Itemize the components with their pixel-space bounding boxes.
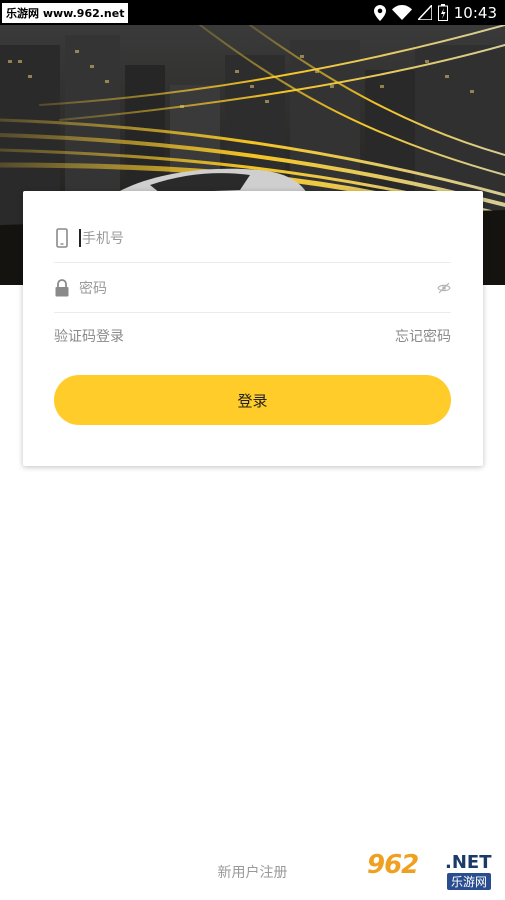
forgot-password-link[interactable]: 忘记密码 bbox=[395, 326, 451, 346]
text-caret bbox=[79, 228, 81, 247]
phone-input[interactable]: 手机号 bbox=[82, 228, 124, 248]
site-watermark-logo: 962 .NET 乐游网 bbox=[367, 850, 499, 894]
status-bar: 乐游网 www.962.net 10:43 bbox=[0, 0, 505, 25]
password-input[interactable]: 密码 bbox=[79, 278, 107, 298]
login-card: 手机号 密码 验证码登录 忘记密码 登录 bbox=[23, 191, 483, 466]
phone-icon bbox=[54, 227, 70, 249]
lock-icon bbox=[54, 277, 70, 299]
clock: 10:43 bbox=[453, 3, 497, 22]
login-links: 验证码登录 忘记密码 bbox=[54, 326, 451, 346]
code-login-link[interactable]: 验证码登录 bbox=[54, 326, 124, 346]
phone-field[interactable]: 手机号 bbox=[54, 213, 451, 263]
wifi-icon bbox=[391, 5, 412, 20]
watermark-suffix: .NET bbox=[445, 852, 492, 873]
site-label: 乐游网 www.962.net bbox=[2, 2, 129, 23]
watermark-main: 962 bbox=[367, 850, 419, 880]
no-signal-icon bbox=[417, 5, 432, 20]
status-icons: 10:43 bbox=[373, 3, 497, 22]
watermark-sub: 乐游网 bbox=[447, 873, 492, 890]
battery-icon bbox=[437, 4, 448, 21]
eye-hidden-icon[interactable] bbox=[437, 281, 451, 295]
password-field[interactable]: 密码 bbox=[54, 263, 451, 313]
login-button[interactable]: 登录 bbox=[54, 375, 451, 425]
location-icon bbox=[373, 4, 386, 21]
